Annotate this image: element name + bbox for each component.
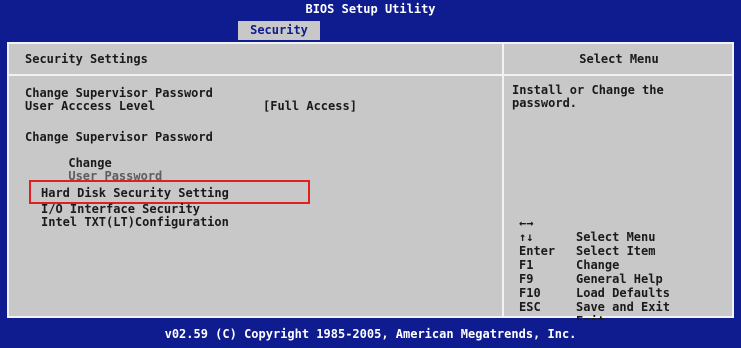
change-user-password-prefix: Change [68, 156, 112, 170]
copyright-footer: v02.59 (C) Copyright 1985-2005, American… [0, 320, 741, 348]
menu-item-hard-disk-security[interactable]: Hard Disk Security Setting [41, 187, 229, 200]
key-desc: General Help [576, 272, 663, 286]
bios-screen: BIOS Setup Utility Security Security Set… [0, 0, 741, 348]
column-divider [502, 44, 504, 316]
key-desc: Select Item [576, 244, 656, 258]
user-access-level-value[interactable]: [Full Access] [263, 100, 357, 113]
key-row: F10 Save and Exit [519, 272, 670, 314]
key-row: Enter Change [519, 230, 619, 272]
key-row: ↑↓ Select Item [519, 216, 655, 258]
main-panel: Security Settings Select Menu Change Sup… [7, 42, 734, 328]
key-desc: Load Defaults [576, 286, 670, 300]
menu-item-intel-txt[interactable]: Intel TXT(LT)Configuration [41, 216, 229, 229]
help-text: Install or Change the password. [512, 83, 664, 110]
menu-item-user-access-level[interactable]: User Acccess Level [25, 100, 155, 113]
settings-header: Security Settings [25, 52, 148, 66]
key-row: ←→ Select Menu [519, 202, 655, 244]
key-row: F1 General Help [519, 244, 663, 286]
menu-item-change-supervisor-password-2[interactable]: Change Supervisor Password [25, 131, 213, 144]
help-header: Select Menu [579, 52, 659, 66]
key-desc: Save and Exit [576, 300, 670, 314]
key-desc: Select Menu [576, 230, 656, 244]
key-desc: Change [576, 258, 620, 272]
header-divider [9, 74, 732, 76]
bios-title: BIOS Setup Utility [0, 0, 741, 19]
key-legend: ←→ Select Menu ↑↓ Select Item Enter Chan… [519, 202, 670, 328]
tab-bar: Security [0, 19, 741, 42]
tab-security[interactable]: Security [238, 21, 320, 40]
key-row: F9 Load Defaults [519, 258, 670, 300]
key-name: ESC [519, 300, 541, 314]
key-row: ESC Exit [519, 286, 605, 328]
